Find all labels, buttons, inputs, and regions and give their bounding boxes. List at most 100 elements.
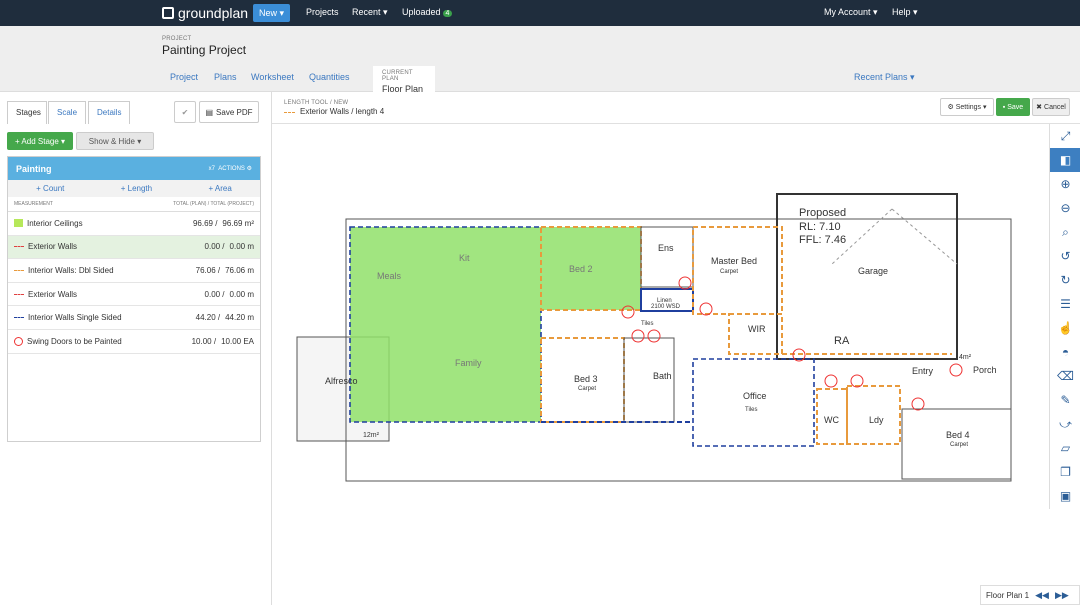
logo-icon	[162, 7, 174, 19]
tab-quantities[interactable]: Quantities	[309, 72, 350, 82]
nav-help[interactable]: Help ▾	[892, 7, 918, 18]
redo-icon[interactable]: ↻	[1050, 268, 1080, 292]
nav-recent[interactable]: Recent ▾	[352, 7, 388, 18]
zoom-in-icon[interactable]: ⊕	[1050, 172, 1080, 196]
floor-plan-canvas[interactable]: Meals Kit Family Bed 2 Ens Master Bed Ga…	[272, 124, 1049, 605]
eraser-icon[interactable]: ⌫	[1050, 364, 1080, 388]
measurement-plan-total: 10.00 /	[191, 336, 217, 346]
nav-projects[interactable]: Projects	[306, 7, 339, 17]
measurement-row[interactable]: Exterior Walls 0.00 / 0.00 m	[8, 283, 260, 307]
measurement-label: Exterior Walls	[28, 289, 78, 299]
proposed-ffl: FFL: 7.46	[799, 234, 846, 246]
new-button[interactable]: New ▾	[253, 4, 290, 22]
measurement-label: Interior Ceilings	[27, 218, 83, 228]
measurement-plan-total: 44.20 /	[195, 313, 221, 323]
room-label-bath: Bath	[653, 371, 672, 381]
tool-value: Exterior Walls / length 4	[300, 107, 385, 116]
recent-plans-dropdown[interactable]: Recent Plans ▾	[854, 72, 915, 83]
close-icon: ✖	[1036, 104, 1043, 111]
uploaded-count-badge: 4	[442, 10, 453, 17]
ceiling-area-meals-family	[350, 227, 541, 422]
measurement-plan-total: 0.00 /	[204, 289, 225, 299]
gear-icon[interactable]: ⚙	[247, 166, 252, 172]
add-stage-button[interactable]: + Add Stage ▾	[7, 132, 73, 150]
area-porch: 4m²	[959, 354, 972, 361]
measurement-project-total: 0.00 m	[229, 242, 254, 252]
line-swatch-icon	[14, 269, 24, 271]
bed3-carpet-label: Carpet	[578, 386, 596, 392]
show-hide-button[interactable]: Show & Hide ▾	[76, 132, 154, 150]
save-icon: ▪	[1002, 103, 1006, 111]
current-plan-tab[interactable]: CURRENT PLAN Floor Plan 1	[373, 66, 435, 104]
floor-plan-drawing[interactable]: Meals Kit Family Bed 2 Ens Master Bed Ga…	[272, 124, 1049, 605]
magnet-icon[interactable]: ◓	[1050, 340, 1080, 364]
next-plan-icon[interactable]: ▶▶	[1055, 590, 1069, 601]
measurement-row[interactable]: Exterior Walls 0.00 / 0.00 m	[8, 235, 260, 260]
tool-line-swatch	[284, 112, 295, 113]
tab-stages[interactable]: Stages	[7, 101, 47, 124]
top-navbar: groundplan New ▾ Projects Recent ▾ Uploa…	[0, 0, 1080, 26]
room-label-master-bed: Master Bed	[711, 256, 757, 266]
stage-header[interactable]: Painting x7 ACTIONS ⚙	[8, 157, 260, 180]
previous-plan-icon[interactable]: ◀◀	[1035, 590, 1049, 601]
measurement-row[interactable]: Swing Doors to be Painted 10.00 / 10.00 EA	[8, 330, 260, 354]
measurement-label: Interior Walls Single Sided	[28, 313, 122, 323]
cancel-button[interactable]: ✖ Cancel	[1032, 98, 1070, 116]
brand-logo[interactable]: groundplan	[162, 5, 248, 21]
nav-my-account[interactable]: My Account ▾	[824, 7, 878, 18]
proposed-label: Proposed	[799, 207, 846, 219]
zoom-fit-icon[interactable]: ⌕	[1050, 220, 1080, 244]
sidebar-toggle-icon[interactable]: ◧	[1050, 148, 1080, 172]
save-button[interactable]: ▪ Save	[996, 98, 1030, 116]
add-length-button[interactable]: + Length	[121, 184, 152, 193]
tool-label: LENGTH TOOL / NEW	[284, 100, 349, 106]
room-label-family: Family	[455, 358, 482, 368]
check-circle-icon: ✔	[181, 107, 189, 117]
check-button[interactable]: ✔	[174, 101, 196, 123]
curve-icon[interactable]: ⤻	[1050, 412, 1080, 436]
proposed-rl: RL: 7.10	[799, 221, 841, 233]
stage-count: x7	[208, 166, 215, 172]
area-alfresco: 12m²	[363, 432, 380, 439]
plan-pager-label: Floor Plan 1	[986, 590, 1030, 600]
line-swatch-icon	[14, 293, 24, 295]
room-label-alfresco: Alfresco	[325, 376, 358, 386]
measurement-row[interactable]: Interior Walls Single Sided 44.20 / 44.20 …	[8, 306, 260, 330]
copy-icon[interactable]: ❐	[1050, 460, 1080, 484]
measurement-plan-total: 76.06 /	[195, 265, 221, 275]
tab-plans[interactable]: Plans	[214, 72, 237, 82]
add-area-button[interactable]: + Area	[208, 184, 231, 193]
image-icon[interactable]: ▣	[1050, 484, 1080, 508]
linen-dimension: 2100 WSD	[651, 304, 681, 310]
room-label-garage: Garage	[858, 266, 888, 276]
tab-worksheet[interactable]: Worksheet	[251, 72, 294, 82]
room-label-ens: Ens	[658, 243, 674, 253]
nav-uploaded[interactable]: Uploaded 4	[402, 7, 453, 17]
tab-scale[interactable]: Scale	[48, 101, 86, 124]
zoom-out-icon[interactable]: ⊖	[1050, 196, 1080, 220]
measurement-project-total: 76.06 m	[225, 265, 254, 275]
measurement-project-total: 44.20 m	[225, 313, 254, 323]
project-header: PROJECT Painting Project	[0, 26, 1080, 62]
list-icon[interactable]: ☰	[1050, 292, 1080, 316]
measurement-row[interactable]: Interior Walls: Dbl Sided 76.06 / 76.06 m	[8, 259, 260, 283]
measurement-project-total: 0.00 m	[229, 289, 254, 299]
room-label-bed3: Bed 3	[574, 374, 598, 384]
bed4-carpet-label: Carpet	[950, 442, 968, 448]
settings-button[interactable]: ⚙ Settings ▾	[940, 98, 994, 116]
pencil-icon[interactable]: ✎	[1050, 388, 1080, 412]
measurement-row[interactable]: Interior Ceilings 96.69 / 96.69 m²	[8, 212, 260, 236]
room-label-ldy: Ldy	[869, 415, 884, 425]
save-pdf-button[interactable]: ▤ Save PDF	[199, 101, 259, 123]
ruler-icon[interactable]: ▱	[1050, 436, 1080, 460]
add-count-button[interactable]: + Count	[36, 184, 64, 193]
stage-actions[interactable]: ACTIONS	[218, 166, 245, 172]
measurement-label: Interior Walls: Dbl Sided	[28, 265, 114, 275]
pointer-hand-icon[interactable]: ☝	[1050, 316, 1080, 340]
tab-project[interactable]: Project	[170, 72, 198, 82]
undo-icon[interactable]: ↺	[1050, 244, 1080, 268]
measurement-label: Exterior Walls	[28, 242, 78, 252]
tab-details[interactable]: Details	[88, 101, 130, 124]
fullscreen-icon[interactable]: ⤢	[1050, 124, 1080, 148]
project-tabs: Project Plans Worksheet Quantities CURRE…	[0, 62, 1080, 104]
